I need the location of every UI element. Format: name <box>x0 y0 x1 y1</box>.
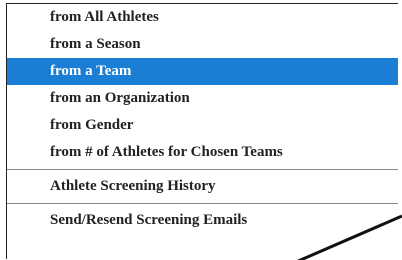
athlete-selection-menu: from All Athletes from a Season from a T… <box>6 3 398 259</box>
menu-item-from-an-organization[interactable]: from an Organization <box>7 85 398 112</box>
menu-item-athlete-screening-history[interactable]: Athlete Screening History <box>7 173 398 200</box>
menu-item-from-a-team[interactable]: from a Team <box>7 58 398 85</box>
menu-separator <box>7 169 398 170</box>
menu-item-from-gender[interactable]: from Gender <box>7 112 398 139</box>
menu-item-from-all-athletes[interactable]: from All Athletes <box>7 4 398 31</box>
menu-item-from-a-season[interactable]: from a Season <box>7 31 398 58</box>
menu-item-send-resend-screening-emails[interactable]: Send/Resend Screening Emails <box>7 207 398 234</box>
menu-item-from-number-of-athletes[interactable]: from # of Athletes for Chosen Teams <box>7 139 398 166</box>
menu-separator <box>7 203 398 204</box>
